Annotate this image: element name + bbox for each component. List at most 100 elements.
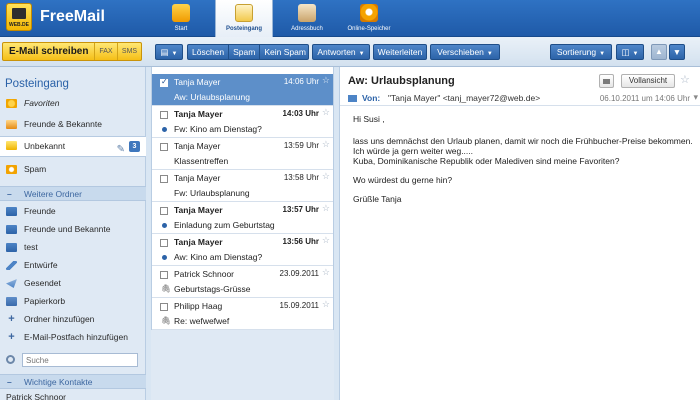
star-icon[interactable]: ☆	[322, 235, 330, 246]
sidebar-folder-test[interactable]: test	[0, 239, 146, 256]
sidebar-folder-freunde[interactable]: Freunde	[0, 203, 146, 220]
webde-logo[interactable]: WEB.DE	[6, 3, 32, 31]
top-bar: WEB.DE FreeMail Start Posteingang Adress…	[0, 0, 700, 38]
wrench-icon[interactable]: ✎	[117, 140, 125, 159]
sidebar-folder-gesendet[interactable]: Gesendet	[0, 275, 146, 292]
add-mailbox-link[interactable]: + E-Mail-Postfach hinzufügen	[0, 329, 146, 346]
message-row[interactable]: Tanja Mayer 14:03 Uhr ☆ Fw: Kino am Dien…	[152, 106, 333, 138]
reply-button[interactable]: Antworten ▼	[312, 44, 370, 60]
from-address[interactable]: "Tanja Mayer" <tanj_mayer72@web.de>	[388, 93, 540, 103]
address-book-icon	[298, 4, 316, 22]
unread-dot-icon	[162, 223, 167, 228]
star-icon[interactable]: ☆	[322, 107, 330, 118]
message-row[interactable]: Tanja Mayer 13:59 Uhr ☆ Klassentreffen	[152, 138, 333, 170]
message-time: 13:58 Uhr	[283, 173, 319, 182]
next-mail-button[interactable]: ▼	[669, 44, 685, 60]
sidebar-item-favoriten[interactable]: Favoriten	[0, 95, 146, 112]
topnav-posteingang[interactable]: Posteingang	[215, 0, 273, 38]
important-contacts-section[interactable]: – Wichtige Kontakte	[0, 374, 146, 389]
sidebar: Posteingang Favoriten Freunde & Bekannte…	[0, 67, 146, 400]
search-input[interactable]	[22, 353, 138, 367]
topnav-start[interactable]: Start	[152, 0, 210, 37]
envelope-icon	[348, 95, 357, 102]
sidebar-item-spam[interactable]: Spam	[0, 161, 146, 178]
message-subject: Aw: Kino am Dienstag?	[174, 252, 263, 262]
more-folders-section[interactable]: – Weitere Ordner	[0, 186, 146, 201]
chevron-down-icon: ▼	[632, 51, 639, 57]
compose-group: E-Mail schreiben FAX SMS	[2, 42, 142, 61]
not-spam-button[interactable]: Kein Spam	[260, 47, 310, 57]
move-button[interactable]: Verschieben ▼	[430, 44, 500, 60]
sidebar-folder-freunde-und-bekannte[interactable]: Freunde und Bekannte	[0, 221, 146, 238]
message-time: 13:57 Uhr	[282, 205, 319, 214]
star-icon[interactable]: ☆	[322, 139, 330, 150]
print-icon[interactable]	[599, 74, 614, 88]
fax-button[interactable]: FAX	[95, 43, 118, 60]
header-divider	[340, 105, 700, 106]
sidebar-item-unbekannt[interactable]: Unbekannt ✎ 3	[0, 136, 146, 157]
logo-text: WEB.DE	[9, 22, 29, 28]
star-icon[interactable]: ☆	[680, 73, 690, 86]
message-checkbox[interactable]	[160, 239, 168, 247]
topnav-adressbuch-label: Adressbuch	[291, 26, 323, 32]
topnav-start-label: Start	[174, 26, 188, 32]
folder-label: Freunde	[24, 206, 56, 216]
message-date: 06.10.2011 um 14:06 Uhr	[599, 94, 690, 103]
add-folder-link[interactable]: + Ordner hinzufügen	[0, 311, 146, 328]
message-checkbox[interactable]	[160, 271, 168, 279]
message-row[interactable]: Tanja Mayer 13:56 Uhr ☆ Aw: Kino am Dien…	[152, 234, 333, 266]
message-row[interactable]: Tanja Mayer 14:06 Uhr ☆ Aw: Urlaubsplanu…	[152, 74, 333, 106]
message-sender: Tanja Mayer	[174, 109, 223, 119]
sms-button[interactable]: SMS	[118, 43, 141, 60]
message-row[interactable]: Tanja Mayer 13:57 Uhr ☆ Einladung zum Ge…	[152, 202, 333, 234]
fullview-button[interactable]: Vollansicht	[621, 74, 675, 88]
star-icon[interactable]: ☆	[322, 75, 330, 86]
topnav-adressbuch[interactable]: Adressbuch	[278, 0, 336, 37]
message-checkbox[interactable]	[160, 143, 168, 151]
message-subject: Fw: Kino am Dienstag?	[174, 124, 262, 134]
select-dropdown-button[interactable]: ▤ ▼	[155, 44, 183, 60]
delete-button[interactable]: Löschen	[188, 47, 228, 57]
star-icon[interactable]: ☆	[322, 171, 330, 182]
topnav-online-speicher[interactable]: Online-Speicher	[340, 0, 398, 37]
arrow-up-icon: ▲	[655, 47, 663, 56]
pencil-icon	[6, 261, 17, 270]
from-label: Von:	[362, 93, 381, 103]
spam-button[interactable]: Spam	[229, 47, 259, 57]
chevron-down-icon[interactable]: ▾	[693, 92, 698, 103]
unknown-folder-icon	[6, 141, 17, 150]
star-icon[interactable]: ☆	[322, 203, 330, 214]
message-row[interactable]: Patrick Schnoor 23.09.2011 ☆ 🖇 Geburtsta…	[152, 266, 333, 298]
message-sender: Tanja Mayer	[174, 237, 223, 247]
reply-label: Antworten	[317, 47, 356, 57]
star-icon[interactable]: ☆	[322, 267, 330, 278]
message-row[interactable]: Philipp Haag 15.09.2011 ☆ 🖇 Re: wefwefwe…	[152, 298, 333, 330]
star-icon	[6, 99, 17, 108]
message-checkbox[interactable]	[160, 303, 168, 311]
message-checkbox[interactable]	[160, 207, 168, 215]
unread-dot-icon	[162, 255, 167, 260]
forward-button[interactable]: Weiterleiten	[373, 44, 427, 60]
body-line: Grüßle Tanja	[353, 194, 402, 204]
previous-mail-button[interactable]: ▲	[651, 44, 667, 60]
sidebar-folder-entwuerfe[interactable]: Entwürfe	[0, 257, 146, 274]
compose-button[interactable]: E-Mail schreiben	[3, 43, 95, 60]
star-icon[interactable]: ☆	[322, 299, 330, 310]
message-checkbox[interactable]	[160, 111, 168, 119]
layout-button[interactable]: ◫ ▼	[616, 44, 644, 60]
message-time: 13:59 Uhr	[283, 141, 319, 150]
message-row[interactable]: Tanja Mayer 13:58 Uhr ☆ Fw: Urlaubsplanu…	[152, 170, 333, 202]
contact-item[interactable]: Patrick Schnoor	[0, 389, 146, 400]
sidebar-heading-posteingang[interactable]: Posteingang	[5, 78, 69, 90]
trash-icon	[6, 297, 17, 306]
unread-count-badge: 3	[129, 141, 140, 152]
message-checkbox[interactable]	[160, 77, 168, 87]
sort-button[interactable]: Sortierung ▼	[550, 44, 612, 60]
sidebar-item-freunde-bekannte[interactable]: Freunde & Bekannte	[0, 116, 146, 133]
chevron-down-icon: ▼	[599, 51, 606, 57]
important-contacts-title: Wichtige Kontakte	[24, 377, 93, 387]
chevron-down-icon: ▼	[171, 51, 178, 57]
message-checkbox[interactable]	[160, 175, 168, 183]
sidebar-folder-papierkorb[interactable]: Papierkorb	[0, 293, 146, 310]
reading-pane: Aw: Urlaubsplanung Vollansicht ☆ Von: "T…	[339, 67, 700, 400]
